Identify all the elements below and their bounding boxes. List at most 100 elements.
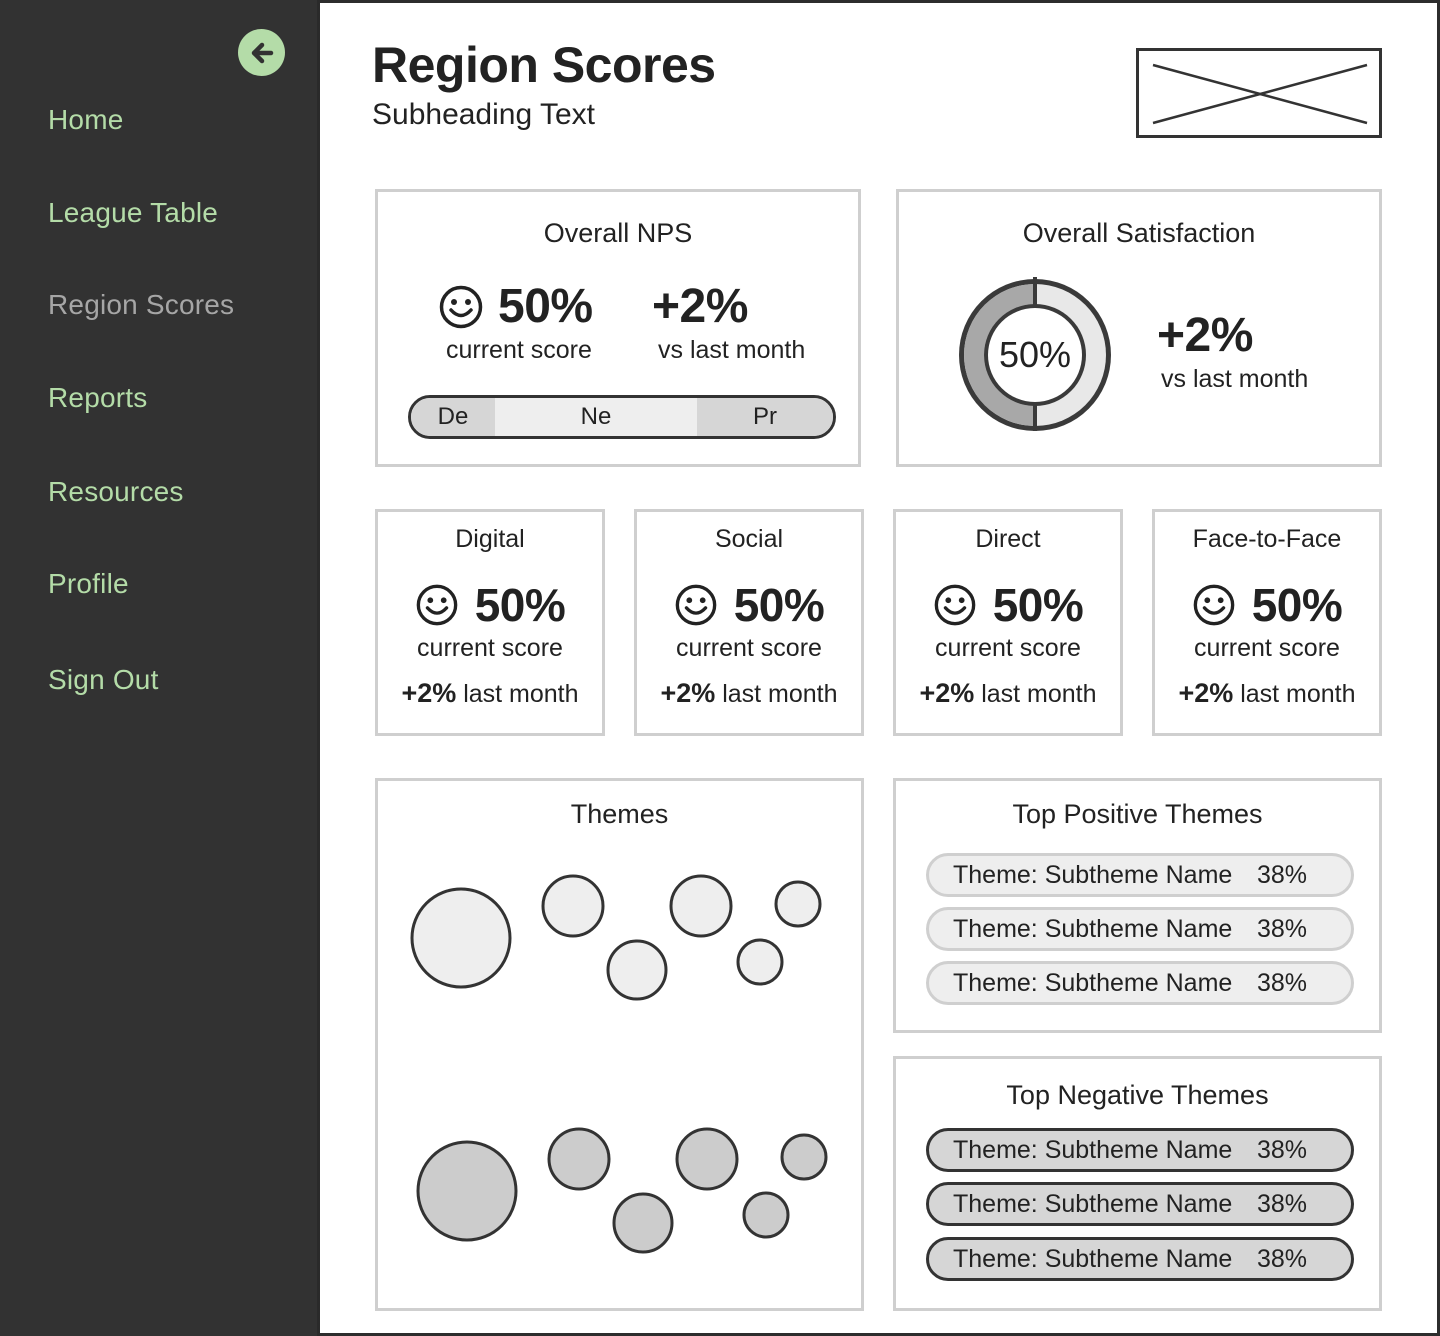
sidebar-item-resources[interactable]: Resources [48,476,184,508]
positive-theme-item[interactable]: Theme: Subtheme Name 38% [926,961,1354,1005]
channel-score-caption: current score [935,634,1081,662]
sidebar-item-region-scores[interactable]: Region Scores [48,289,234,321]
themes-bubble-chart [410,874,828,1254]
channel-title: Digital [455,525,525,553]
channel-delta-caption: last month [722,680,838,708]
channel-score-caption: current score [417,634,563,662]
page-subtitle: Subheading Text [372,98,595,131]
negative-theme-item[interactable]: Theme: Subtheme Name 38% [926,1237,1354,1281]
arrow-left-circle-icon [251,42,273,63]
positive-theme-item[interactable]: Theme: Subtheme Name 38% [926,853,1354,897]
channel-delta: +2% [660,678,716,708]
theme-bubble-positive[interactable] [669,874,733,938]
channel-score-row: 50% [896,578,1120,632]
back-button[interactable] [238,29,285,76]
channel-score-row: 50% [378,578,602,632]
channel-delta: +2% [401,678,457,708]
sidebar-item-sign-out[interactable]: Sign Out [48,664,159,696]
smiley-face-icon [1193,584,1235,626]
sidebar-item-home[interactable]: Home [48,104,124,136]
negative-theme-item[interactable]: Theme: Subtheme Name 38% [926,1182,1354,1226]
themes-card: Themes [375,778,864,1311]
channel-score: 50% [1251,579,1343,631]
card-title: Top Negative Themes [1006,1080,1269,1110]
theme-percent: 38% [1256,968,1307,997]
card-title: Top Positive Themes [1012,799,1263,829]
theme-name: Theme: Subtheme Name [953,1135,1233,1164]
channel-delta: +2% [1178,678,1234,708]
channel-card-face-to-face: Face-to-Face 50% current score +2% last … [1152,509,1382,736]
sidebar-item-profile[interactable]: Profile [48,568,129,600]
top-negative-themes-card: Top Negative Themes Theme: Subtheme Name… [893,1056,1382,1311]
theme-bubble-positive[interactable] [410,887,512,989]
channel-delta-row: +2% last month [378,678,602,709]
channel-delta-caption: last month [981,680,1097,708]
channel-card-social: Social 50% current score +2% last month [634,509,864,736]
channel-score-caption: current score [1194,634,1340,662]
theme-percent: 38% [1256,1244,1307,1273]
channel-card-direct: Direct 50% current score +2% last month [893,509,1123,736]
channel-score: 50% [474,579,566,631]
channel-title: Face-to-Face [1192,525,1342,553]
smiley-face-icon [439,285,483,329]
neutrals-segment[interactable]: Ne [495,398,697,436]
channel-delta: +2% [919,678,975,708]
theme-name: Theme: Subtheme Name [953,1244,1233,1273]
sidebar-item-league-table[interactable]: League Table [48,197,218,229]
positive-theme-item[interactable]: Theme: Subtheme Name 38% [926,907,1354,951]
nps-score: 50% [498,280,593,333]
satisfaction-delta: +2% [1157,309,1253,362]
channel-delta-caption: last month [1240,680,1356,708]
image-placeholder-icon [1152,63,1368,125]
promoters-segment[interactable]: Pr [697,398,833,436]
theme-name: Theme: Subtheme Name [953,968,1233,997]
theme-bubble-positive[interactable] [541,874,605,938]
channel-card-digital: Digital 50% current score +2% last month [375,509,605,736]
channel-score-row: 50% [637,578,861,632]
card-title: Overall NPS [543,218,693,248]
theme-bubble-negative[interactable] [675,1127,739,1191]
nps-breakdown-bar: De Ne Pr [408,395,836,439]
nps-score-caption: current score [446,336,592,364]
card-title: Overall Satisfaction [1022,218,1256,248]
sidebar: Home League Table Region Scores Reports … [0,0,320,1336]
theme-bubble-positive[interactable] [736,938,784,986]
logo-placeholder [1136,48,1382,138]
theme-percent: 38% [1256,1135,1307,1164]
channel-title: Social [714,525,784,553]
overall-satisfaction-card: Overall Satisfaction 50% +2% vs last mon… [896,189,1382,467]
channel-score: 50% [733,579,825,631]
smiley-face-icon [934,584,976,626]
theme-name: Theme: Subtheme Name [953,1189,1233,1218]
theme-bubble-positive[interactable] [606,939,668,1001]
theme-bubble-negative[interactable] [780,1133,828,1181]
page-title: Region Scores [372,37,716,93]
theme-percent: 38% [1256,914,1307,943]
channel-score-row: 50% [1155,578,1379,632]
theme-name: Theme: Subtheme Name [953,914,1233,943]
channel-delta-row: +2% last month [896,678,1120,709]
nps-delta-caption: vs last month [658,336,806,364]
detractors-segment[interactable]: De [411,398,495,436]
sidebar-item-reports[interactable]: Reports [48,382,147,414]
donut-label: 50% [999,334,1071,375]
theme-bubble-negative[interactable] [416,1140,518,1242]
channel-delta-caption: last month [463,680,579,708]
channel-score-caption: current score [676,634,822,662]
channel-delta-row: +2% last month [1155,678,1379,709]
theme-percent: 38% [1256,1189,1307,1218]
smiley-face-icon [416,584,458,626]
smiley-face-icon [675,584,717,626]
channel-title: Direct [975,525,1041,553]
channel-delta-row: +2% last month [637,678,861,709]
top-positive-themes-card: Top Positive Themes Theme: Subtheme Name… [893,778,1382,1033]
theme-bubble-negative[interactable] [742,1191,790,1239]
channel-score: 50% [992,579,1084,631]
satisfaction-donut: 50% [959,277,1111,431]
theme-bubble-positive[interactable] [774,880,822,928]
nps-delta: +2% [652,280,748,333]
theme-bubble-negative[interactable] [547,1127,611,1191]
overall-nps-card: Overall NPS 50% current score +2% vs las… [375,189,861,467]
negative-theme-item[interactable]: Theme: Subtheme Name 38% [926,1128,1354,1172]
theme-bubble-negative[interactable] [612,1192,674,1254]
